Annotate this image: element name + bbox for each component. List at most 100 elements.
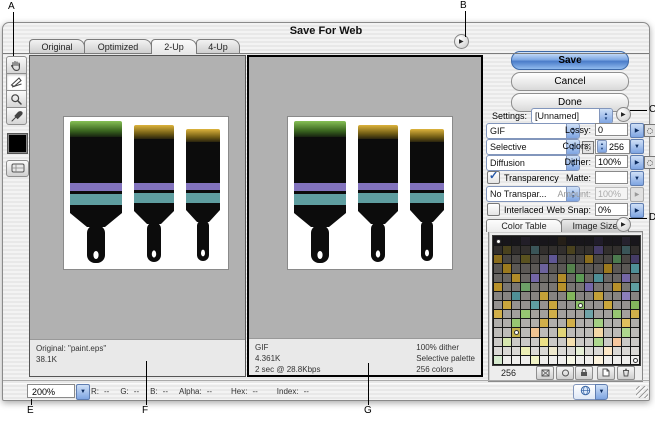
color-swatch[interactable] (631, 319, 639, 327)
color-swatch[interactable] (540, 237, 548, 245)
color-swatch[interactable] (503, 347, 511, 355)
color-swatch[interactable] (622, 319, 630, 327)
color-swatch[interactable] (585, 237, 593, 245)
color-swatch[interactable] (512, 292, 520, 300)
matte-menu-button[interactable] (630, 171, 644, 186)
color-swatch[interactable] (540, 338, 548, 346)
color-swatch[interactable] (521, 255, 529, 263)
color-swatch[interactable] (594, 310, 602, 318)
color-swatch[interactable] (494, 328, 502, 336)
colors-field[interactable]: 256 (595, 139, 630, 154)
color-swatch[interactable] (631, 246, 639, 254)
zoom-tool-button[interactable] (6, 91, 27, 108)
color-swatch[interactable] (576, 301, 584, 309)
dither-mask-icon[interactable] (644, 156, 655, 169)
color-swatch[interactable] (549, 310, 557, 318)
snap-to-web-palette-button[interactable] (536, 366, 554, 380)
color-swatch[interactable] (494, 347, 502, 355)
color-swatch[interactable] (540, 264, 548, 272)
transparency-checkbox[interactable] (487, 171, 500, 184)
color-swatch[interactable] (531, 347, 539, 355)
colors-menu-button[interactable] (630, 139, 644, 154)
color-swatch[interactable] (613, 255, 621, 263)
color-swatch[interactable] (594, 246, 602, 254)
color-swatch[interactable] (540, 347, 548, 355)
color-swatch[interactable] (622, 301, 630, 309)
color-swatch[interactable] (503, 319, 511, 327)
color-swatch[interactable] (540, 283, 548, 291)
color-swatch[interactable] (576, 292, 584, 300)
tab-optimized[interactable]: Optimized (84, 39, 152, 53)
color-swatch[interactable] (585, 283, 593, 291)
color-swatch[interactable] (512, 347, 520, 355)
color-swatch[interactable] (585, 328, 593, 336)
dither-menu-button[interactable] (630, 155, 644, 170)
color-swatch[interactable] (622, 274, 630, 282)
color-swatch[interactable] (549, 246, 557, 254)
color-swatch[interactable] (512, 274, 520, 282)
color-swatch[interactable] (558, 264, 566, 272)
color-swatch[interactable] (531, 356, 539, 364)
color-swatch[interactable] (521, 237, 529, 245)
color-swatch[interactable] (585, 310, 593, 318)
color-swatch[interactable] (604, 292, 612, 300)
color-swatch[interactable] (521, 274, 529, 282)
preview-in-browser-button[interactable] (573, 384, 597, 400)
color-swatch[interactable] (585, 356, 593, 364)
color-table-menu-button[interactable] (616, 217, 631, 232)
color-swatch[interactable] (594, 356, 602, 364)
color-swatch[interactable] (631, 237, 639, 245)
color-swatch[interactable] (494, 338, 502, 346)
color-swatch[interactable] (494, 310, 502, 318)
color-swatch[interactable] (567, 264, 575, 272)
color-swatch[interactable] (567, 301, 575, 309)
tab-original[interactable]: Original (29, 39, 85, 53)
color-swatch[interactable] (531, 237, 539, 245)
color-swatch[interactable] (558, 310, 566, 318)
color-swatch[interactable] (531, 274, 539, 282)
color-swatch[interactable] (622, 328, 630, 336)
color-swatch[interactable] (521, 310, 529, 318)
color-swatch[interactable] (503, 246, 511, 254)
color-swatch[interactable] (604, 328, 612, 336)
color-swatch[interactable] (494, 319, 502, 327)
color-swatch[interactable] (594, 328, 602, 336)
color-swatch[interactable] (631, 292, 639, 300)
color-swatch[interactable] (613, 283, 621, 291)
lock-color-button[interactable] (575, 366, 593, 380)
color-swatch[interactable] (549, 283, 557, 291)
color-swatch[interactable] (549, 255, 557, 263)
color-swatch[interactable] (567, 356, 575, 364)
color-swatch[interactable] (604, 283, 612, 291)
color-swatch[interactable] (585, 347, 593, 355)
color-swatch[interactable] (494, 292, 502, 300)
color-swatch[interactable] (604, 264, 612, 272)
colors-stepper-icon[interactable] (597, 140, 607, 153)
color-swatch[interactable] (567, 328, 575, 336)
color-swatch[interactable] (540, 319, 548, 327)
color-swatch[interactable] (613, 310, 621, 318)
color-swatch[interactable] (503, 328, 511, 336)
color-swatch[interactable] (622, 255, 630, 263)
color-swatch[interactable] (540, 328, 548, 336)
color-swatch[interactable] (604, 301, 612, 309)
settings-menu-button[interactable] (616, 107, 631, 122)
color-swatch[interactable] (585, 292, 593, 300)
color-swatch[interactable] (567, 255, 575, 263)
color-swatch[interactable] (521, 328, 529, 336)
color-swatch[interactable] (558, 347, 566, 355)
color-swatch[interactable] (613, 292, 621, 300)
color-swatch[interactable] (576, 246, 584, 254)
color-swatch[interactable] (613, 319, 621, 327)
color-swatch[interactable] (622, 356, 630, 364)
color-swatch[interactable] (521, 264, 529, 272)
color-swatch[interactable] (631, 338, 639, 346)
color-swatch[interactable] (531, 310, 539, 318)
color-swatch[interactable] (613, 328, 621, 336)
color-swatch[interactable] (494, 264, 502, 272)
color-swatch[interactable] (576, 264, 584, 272)
color-swatch[interactable] (540, 356, 548, 364)
tab-color-table[interactable]: Color Table (486, 219, 562, 232)
color-swatch[interactable] (604, 255, 612, 263)
color-swatch[interactable] (549, 319, 557, 327)
